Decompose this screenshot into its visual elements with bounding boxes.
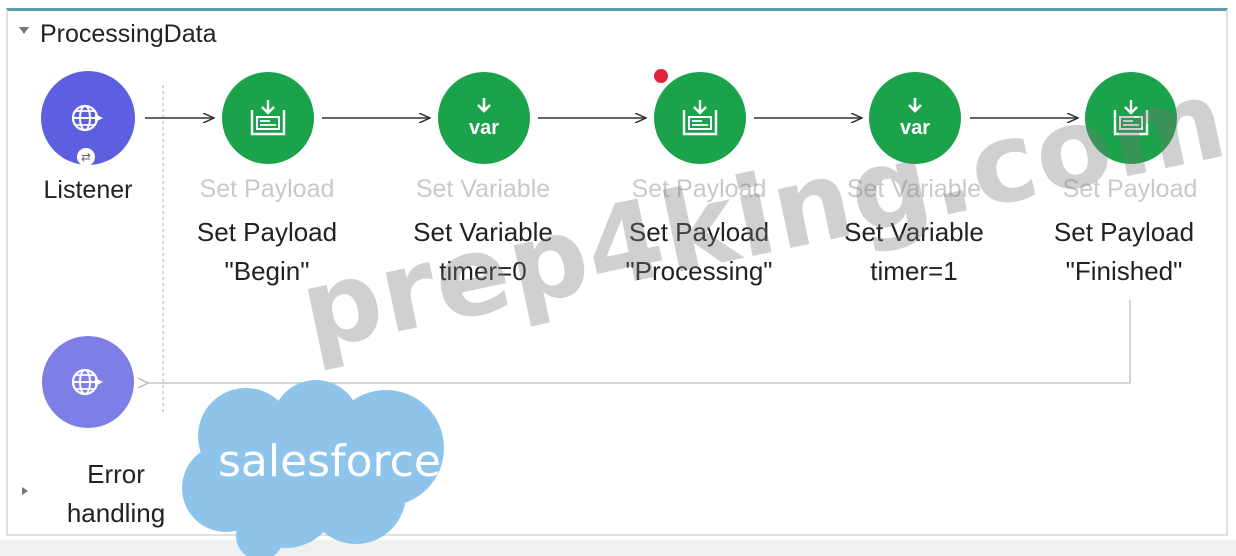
component-type-label: Set Payload <box>199 175 335 203</box>
var-icon: var <box>469 98 499 139</box>
listener-label: Listener <box>43 176 133 204</box>
set-payload-icon <box>682 100 718 136</box>
set-payload-icon <box>250 100 286 136</box>
component-label-line2: "Finished" <box>1065 256 1183 286</box>
error-source-node[interactable] <box>42 336 134 428</box>
sync-icon: ⇄ <box>77 148 95 166</box>
salesforce-logo-text: salesforce <box>218 436 441 487</box>
http-globe-icon <box>71 104 103 132</box>
set-payload-begin-node[interactable] <box>222 72 314 164</box>
var-text: var <box>469 117 499 139</box>
flow-canvas: ProcessingData ⇄ Listener Set Payload Se… <box>0 0 1236 556</box>
component-label: Set Payload "Finished" <box>1024 213 1224 291</box>
http-globe-icon <box>71 368 103 396</box>
set-variable-timer0-node[interactable]: var <box>438 72 530 164</box>
component-label-line1: Set Payload <box>1053 217 1195 247</box>
breakpoint-icon[interactable] <box>654 69 668 83</box>
set-payload-processing-node[interactable] <box>654 72 746 164</box>
return-connector <box>148 300 1131 383</box>
